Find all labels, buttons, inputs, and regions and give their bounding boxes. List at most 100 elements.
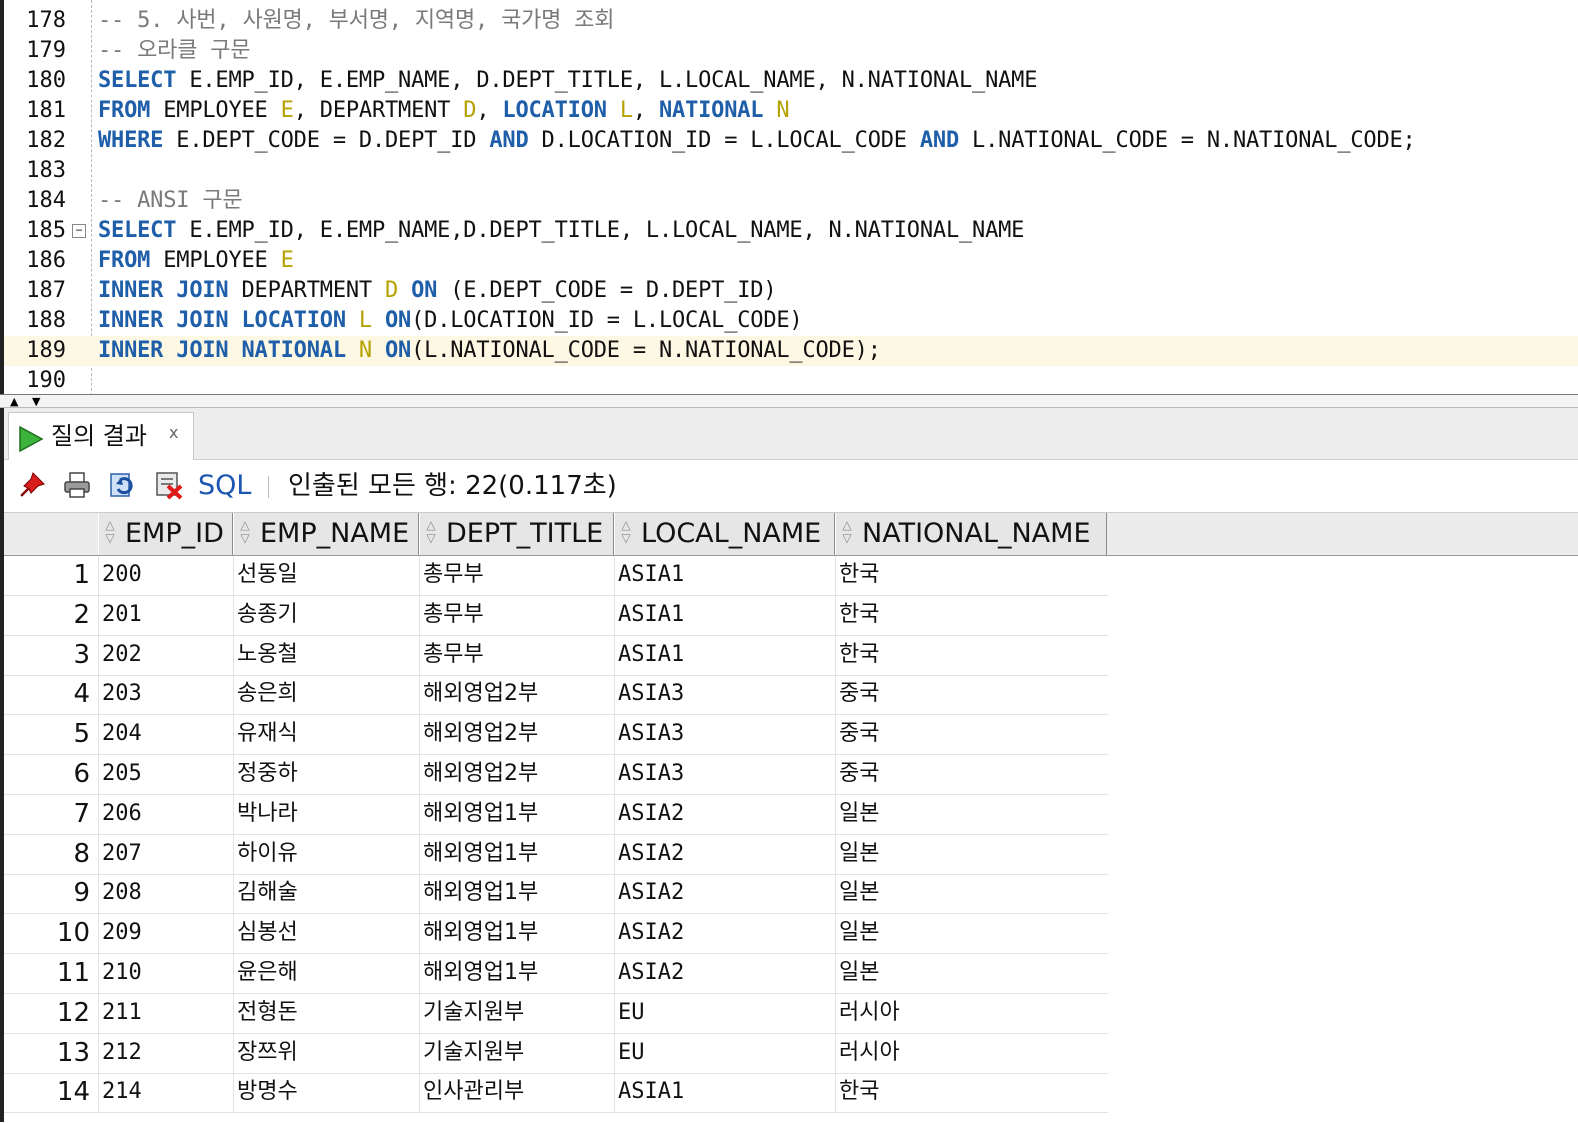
table-cell[interactable]: 해외영업2부 bbox=[419, 755, 614, 794]
table-cell[interactable]: 212 bbox=[98, 1033, 233, 1073]
table-cell[interactable]: 총무부 bbox=[419, 595, 614, 635]
table-row[interactable]: 12 211 전형돈 기술지원부 EU 러시아 bbox=[4, 993, 1108, 1034]
table-cell[interactable]: 해외영업1부 bbox=[419, 914, 614, 954]
fold-toggle-icon[interactable]: − bbox=[72, 224, 86, 238]
code-line[interactable]: 184 -- ANSI 구문 bbox=[4, 186, 1578, 216]
table-row[interactable]: 6 205 정중하 해외영업2부 ASIA3 중국 bbox=[4, 755, 1108, 795]
table-cell[interactable]: 김해술 bbox=[233, 874, 419, 914]
table-cell[interactable]: 해외영업1부 bbox=[419, 954, 614, 993]
table-cell[interactable]: 송종기 bbox=[233, 595, 419, 635]
table-cell[interactable]: ASIA2 bbox=[614, 874, 835, 914]
column-header-national-name[interactable]: △ ▽ NATIONAL_NAME bbox=[835, 513, 1107, 555]
code-line[interactable]: 187 INNER JOIN DEPARTMENT D ON (E.DEPT_CO… bbox=[4, 276, 1578, 306]
table-cell[interactable]: 209 bbox=[98, 914, 233, 954]
column-header-dept-title[interactable]: △ ▽ DEPT_TITLE bbox=[419, 513, 614, 555]
table-cell[interactable]: ASIA1 bbox=[614, 595, 835, 635]
table-cell[interactable]: 해외영업2부 bbox=[419, 715, 614, 755]
table-cell[interactable]: EU bbox=[614, 1033, 835, 1073]
sort-icon[interactable]: △ ▽ bbox=[619, 519, 633, 547]
table-cell[interactable]: 211 bbox=[98, 993, 233, 1033]
table-cell[interactable]: ASIA2 bbox=[614, 794, 835, 834]
collapse-up-icon[interactable]: ▲ bbox=[10, 396, 18, 407]
column-header-emp-name[interactable]: △ ▽ EMP_NAME bbox=[233, 513, 419, 555]
sql-button[interactable]: SQL bbox=[198, 468, 251, 504]
table-row[interactable]: 10 209 심봉선 해외영업1부 ASIA2 일본 bbox=[4, 914, 1108, 955]
sort-icon[interactable]: △ ▽ bbox=[840, 519, 854, 547]
column-header-local-name[interactable]: △ ▽ LOCAL_NAME bbox=[614, 513, 835, 555]
table-cell[interactable]: ASIA1 bbox=[614, 556, 835, 595]
table-cell[interactable]: 208 bbox=[98, 874, 233, 914]
table-cell[interactable]: ASIA2 bbox=[614, 954, 835, 993]
table-cell[interactable]: 심봉선 bbox=[233, 914, 419, 954]
table-cell[interactable]: 정중하 bbox=[233, 755, 419, 794]
table-row[interactable]: 14 214 방명수 인사관리부 ASIA1 한국 bbox=[4, 1073, 1108, 1114]
table-cell[interactable]: 한국 bbox=[835, 595, 1107, 635]
table-cell[interactable]: 일본 bbox=[835, 874, 1107, 914]
table-cell[interactable]: 노옹철 bbox=[233, 635, 419, 675]
close-icon[interactable]: x bbox=[169, 423, 178, 442]
code-line[interactable]: 186 FROM EMPLOYEE E bbox=[4, 246, 1578, 276]
tab-query-result[interactable]: 질의 결과 x bbox=[8, 412, 194, 460]
table-cell[interactable]: 총무부 bbox=[419, 635, 614, 675]
code-line[interactable]: 181 FROM EMPLOYEE E, DEPARTMENT D, LOCATI… bbox=[4, 96, 1578, 126]
table-cell[interactable]: 방명수 bbox=[233, 1073, 419, 1113]
table-row[interactable]: 2 201 송종기 총무부 ASIA1 한국 bbox=[4, 595, 1108, 636]
table-cell[interactable]: 기술지원부 bbox=[419, 1033, 614, 1073]
sort-icon[interactable]: △ ▽ bbox=[424, 519, 438, 547]
table-cell[interactable]: 총무부 bbox=[419, 556, 614, 595]
table-cell[interactable]: 202 bbox=[98, 635, 233, 675]
table-row[interactable]: 4 203 송은희 해외영업2부 ASIA3 중국 bbox=[4, 675, 1108, 716]
table-cell[interactable]: 206 bbox=[98, 794, 233, 834]
table-row[interactable]: 11 210 윤은해 해외영업1부 ASIA2 일본 bbox=[4, 954, 1108, 994]
table-cell[interactable]: 210 bbox=[98, 954, 233, 993]
table-cell[interactable]: 유재식 bbox=[233, 715, 419, 755]
table-row[interactable]: 9 208 김해술 해외영업1부 ASIA2 일본 bbox=[4, 874, 1108, 915]
code-line[interactable]: 182 WHERE E.DEPT_CODE = D.DEPT_ID AND D.L… bbox=[4, 126, 1578, 156]
table-cell[interactable]: EU bbox=[614, 993, 835, 1033]
table-cell[interactable]: 해외영업1부 bbox=[419, 834, 614, 874]
table-cell[interactable]: 한국 bbox=[835, 635, 1107, 675]
table-cell[interactable]: 하이유 bbox=[233, 834, 419, 874]
table-cell[interactable]: 204 bbox=[98, 715, 233, 755]
table-cell[interactable]: 중국 bbox=[835, 755, 1107, 794]
code-line[interactable]: 183 bbox=[4, 156, 1578, 186]
table-cell[interactable]: 해외영업1부 bbox=[419, 794, 614, 834]
code-line[interactable]: 188 INNER JOIN LOCATION L ON(D.LOCATION_I… bbox=[4, 306, 1578, 336]
table-cell[interactable]: 장쯔위 bbox=[233, 1033, 419, 1073]
pin-icon[interactable] bbox=[18, 470, 48, 500]
table-row[interactable]: 13 212 장쯔위 기술지원부 EU 러시아 bbox=[4, 1033, 1108, 1074]
table-cell[interactable]: 200 bbox=[98, 556, 233, 595]
sort-icon[interactable]: △ ▽ bbox=[103, 519, 117, 547]
table-cell[interactable]: 전형돈 bbox=[233, 993, 419, 1033]
table-cell[interactable]: ASIA3 bbox=[614, 675, 835, 715]
table-cell[interactable]: ASIA3 bbox=[614, 715, 835, 755]
table-cell[interactable]: 201 bbox=[98, 595, 233, 635]
print-icon[interactable] bbox=[62, 470, 92, 500]
table-cell[interactable]: 214 bbox=[98, 1073, 233, 1113]
table-cell[interactable]: 기술지원부 bbox=[419, 993, 614, 1033]
table-cell[interactable]: 207 bbox=[98, 834, 233, 874]
table-row[interactable]: 7 206 박나라 해외영업1부 ASIA2 일본 bbox=[4, 794, 1108, 835]
table-row[interactable]: 5 204 유재식 해외영업2부 ASIA3 중국 bbox=[4, 715, 1108, 756]
table-cell[interactable]: 송은희 bbox=[233, 675, 419, 715]
table-cell[interactable]: 한국 bbox=[835, 1073, 1107, 1113]
table-cell[interactable]: 한국 bbox=[835, 556, 1107, 595]
table-cell[interactable]: 선동일 bbox=[233, 556, 419, 595]
table-cell[interactable]: 해외영업1부 bbox=[419, 874, 614, 914]
table-cell[interactable]: ASIA2 bbox=[614, 834, 835, 874]
table-cell[interactable]: 203 bbox=[98, 675, 233, 715]
panel-splitter[interactable]: ▲ ▼ bbox=[0, 394, 1578, 408]
table-cell[interactable]: ASIA3 bbox=[614, 755, 835, 794]
code-line[interactable]: 189 INNER JOIN NATIONAL N ON(L.NATIONAL_C… bbox=[4, 336, 1578, 366]
table-row[interactable]: 3 202 노옹철 총무부 ASIA1 한국 bbox=[4, 635, 1108, 676]
table-cell[interactable]: ASIA2 bbox=[614, 914, 835, 954]
code-line[interactable]: 179 -- 오라클 구문 bbox=[4, 36, 1578, 66]
table-cell[interactable]: 박나라 bbox=[233, 794, 419, 834]
table-cell[interactable]: 인사관리부 bbox=[419, 1073, 614, 1113]
sql-editor[interactable]: 178 -- 5. 사번, 사원명, 부서명, 지역명, 국가명 조회 179 -- … bbox=[0, 0, 1578, 396]
code-line[interactable]: 190 bbox=[4, 366, 1578, 396]
delete-icon[interactable] bbox=[154, 470, 184, 500]
code-line[interactable]: 185− SELECT E.EMP_ID, E.EMP_NAME,D.DEPT_T… bbox=[4, 216, 1578, 246]
collapse-down-icon[interactable]: ▼ bbox=[32, 396, 40, 407]
table-cell[interactable]: 205 bbox=[98, 755, 233, 794]
